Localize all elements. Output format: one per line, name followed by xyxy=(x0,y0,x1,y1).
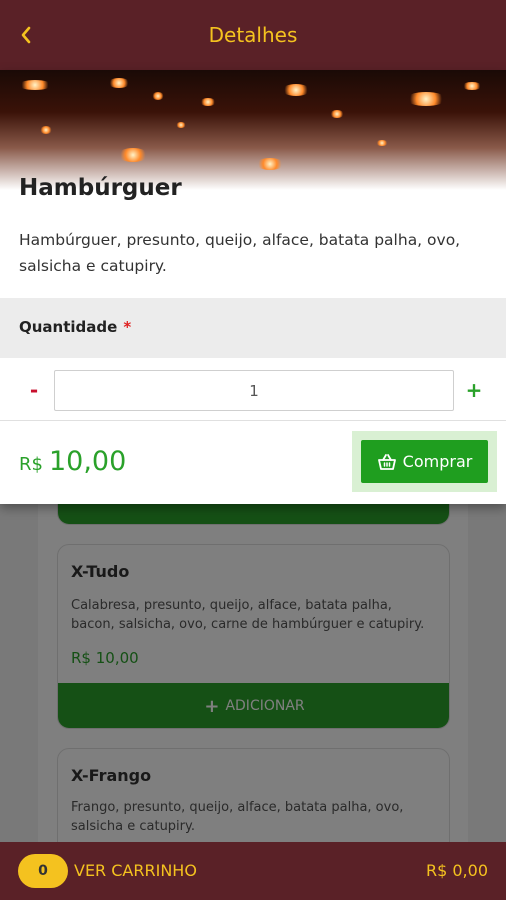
divider xyxy=(0,420,506,421)
total-value: 10,00 xyxy=(48,446,127,477)
required-mark: * xyxy=(123,318,132,336)
buy-button-focus-ring: Comprar xyxy=(352,431,497,492)
cart-bar: 0 VER CARRINHO R$ 0,00 xyxy=(0,842,506,900)
app-header: Detalhes xyxy=(0,0,506,70)
quantity-label: Quantidade * xyxy=(19,318,131,336)
quantity-input[interactable] xyxy=(54,370,454,411)
increment-button[interactable]: + xyxy=(462,376,486,404)
quantity-label-text: Quantidade xyxy=(19,318,118,336)
total-currency: R$ xyxy=(19,454,43,475)
cart-total: R$ 0,00 xyxy=(425,861,488,880)
buy-button[interactable]: Comprar xyxy=(361,440,488,483)
basket-icon xyxy=(377,453,396,470)
page-title: Detalhes xyxy=(208,23,298,47)
product-title: Hambúrguer xyxy=(19,175,182,201)
total-price: R$ 10,00 xyxy=(19,446,126,477)
product-description: Hambúrguer, presunto, queijo, alface, ba… xyxy=(19,231,461,275)
product-hero-image xyxy=(0,70,506,190)
cart-count-badge[interactable]: 0 xyxy=(18,854,68,888)
chevron-left-icon xyxy=(21,26,31,44)
decrement-button[interactable]: - xyxy=(22,376,46,404)
view-cart-button[interactable]: VER CARRINHO xyxy=(74,861,197,880)
buy-button-label: Comprar xyxy=(402,452,473,471)
product-detail-panel: Hambúrguer Hambúrguer, presunto, queijo,… xyxy=(0,70,506,504)
back-button[interactable] xyxy=(14,22,38,48)
quantity-section-header: Quantidade * xyxy=(0,298,506,358)
